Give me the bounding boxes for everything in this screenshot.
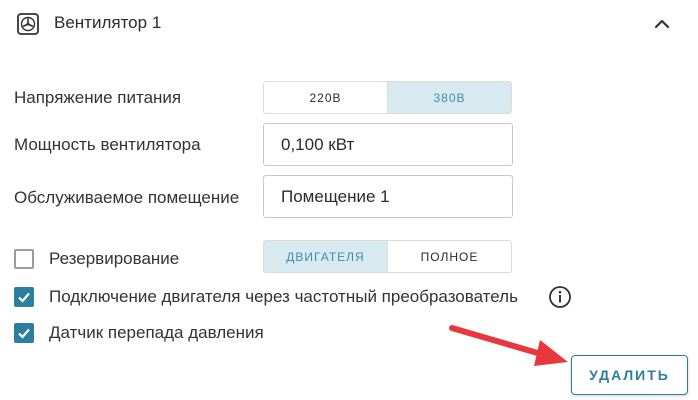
voltage-option-380[interactable]: 380В <box>387 82 511 113</box>
info-icon[interactable] <box>548 285 572 309</box>
vfd-label: Подключение двигателя через частотный пр… <box>49 287 518 306</box>
voltage-option-220[interactable]: 220В <box>264 82 387 113</box>
room-label: Обслуживаемое помещение <box>14 188 240 207</box>
room-input[interactable] <box>263 175 513 218</box>
power-label: Мощность вентилятора <box>14 135 201 154</box>
annotation-arrow-icon <box>440 318 580 370</box>
reserve-option-motor[interactable]: ДВИГАТЕЛЯ <box>264 241 387 272</box>
reserve-checkbox[interactable] <box>14 249 34 269</box>
fan-card-header: Вентилятор 1 <box>0 0 698 48</box>
voltage-toggle: 220В 380В <box>263 81 512 114</box>
vfd-checkbox[interactable] <box>14 287 34 307</box>
reserve-label: Резервирование <box>49 249 180 268</box>
pressure-sensor-label: Датчик перепада давления <box>49 323 264 342</box>
delete-button[interactable]: УДАЛИТЬ <box>571 355 688 395</box>
voltage-label: Напряжение питания <box>14 88 182 107</box>
card-title: Вентилятор 1 <box>54 13 162 32</box>
reserve-option-full[interactable]: ПОЛНОЕ <box>387 241 511 272</box>
power-input[interactable] <box>263 123 513 166</box>
fan-icon <box>17 13 39 35</box>
chevron-up-icon[interactable] <box>650 12 674 36</box>
reserve-mode-toggle: ДВИГАТЕЛЯ ПОЛНОЕ <box>263 240 512 273</box>
pressure-sensor-checkbox[interactable] <box>14 323 34 343</box>
